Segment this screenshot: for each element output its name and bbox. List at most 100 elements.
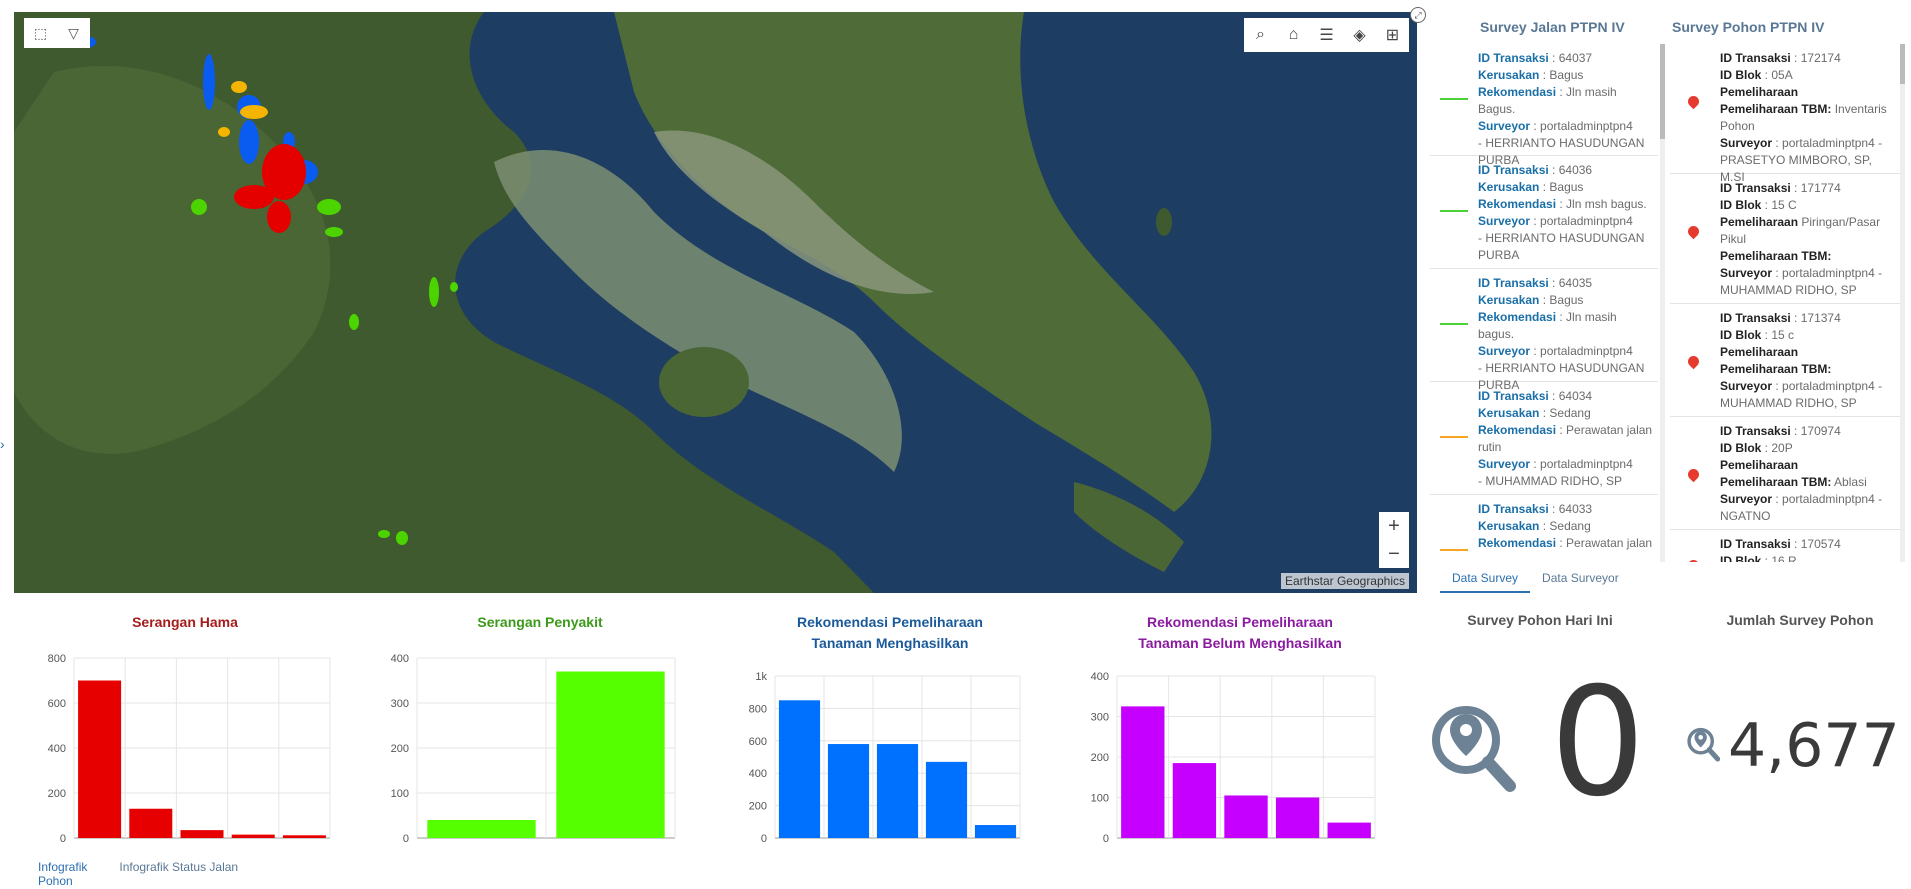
map-view[interactable]: ⬚ ▽ ⌕ ⌂ ☰ ◈ ⊞ + − Earthstar Geographics	[14, 12, 1417, 593]
tab-data-survey[interactable]: Data Survey	[1440, 571, 1531, 593]
survey-today-value: 0	[1550, 656, 1646, 830]
zoom-in-button[interactable]: +	[1379, 512, 1409, 540]
y-tick-label: 300	[1091, 712, 1109, 724]
tab-data-surveyor[interactable]: Data Surveyor	[1530, 571, 1631, 593]
field-line: Kerusakan : Sedang	[1478, 519, 1591, 533]
satellite-imagery	[14, 12, 1417, 593]
search-icon[interactable]: ⌕	[1244, 18, 1277, 52]
field-label: Surveyor	[1720, 379, 1773, 393]
field-label: Pemeliharaan	[1720, 85, 1799, 99]
road-status-swatch	[1440, 549, 1468, 551]
basemap-gallery-icon[interactable]: ⊞	[1376, 18, 1409, 52]
survey-jalan-title: Survey Jalan PTPN IV	[1480, 19, 1625, 35]
list-item[interactable]: ID Transaksi : 64034 Kerusakan : Sedang Re…	[1430, 382, 1658, 495]
tab-infografik-status-jalan[interactable]: Infografik Status Jalan	[99, 860, 250, 889]
bar[interactable]	[78, 680, 122, 839]
field-line: Rekomendasi : Jln masih bagus.	[1478, 310, 1617, 341]
chevron-down-icon[interactable]: ▽	[57, 18, 90, 48]
bar[interactable]	[827, 744, 870, 838]
fullscreen-icon[interactable]: ⤢	[1410, 7, 1426, 23]
field-label: Rekomendasi	[1478, 536, 1557, 550]
field-value: 171374	[1800, 311, 1841, 325]
field-value: Ablasi	[1834, 475, 1867, 489]
field-line: ID Blok : 15 C	[1720, 198, 1797, 212]
field-label: ID Blok	[1720, 198, 1762, 212]
bar[interactable]	[1224, 795, 1268, 838]
list-item[interactable]: ID Transaksi : 64037 Kerusakan : Bagus Rek…	[1430, 44, 1658, 167]
scrollbar-thumb-pohon[interactable]	[1900, 44, 1905, 84]
list-item[interactable]: ID Transaksi : 172174 ID Blok : 05A Pemeli…	[1670, 44, 1900, 184]
field-line: Rekomendasi : Perawatan jalan	[1478, 536, 1653, 550]
road-status-swatch	[1440, 323, 1468, 325]
chart-title-line: Tanaman Menghasilkan	[811, 635, 969, 651]
bar[interactable]	[556, 671, 665, 839]
road-status-swatch	[1440, 210, 1468, 212]
field-line: Pemeliharaan TBM:	[1720, 361, 1896, 378]
survey-pohon-list: ID Transaksi : 172174 ID Blok : 05A Pemeli…	[1670, 44, 1900, 562]
bar[interactable]	[1327, 822, 1371, 838]
layers-icon[interactable]: ◈	[1343, 18, 1376, 52]
infografik-tabs: Infografik Pohon Infografik Status Jalan	[26, 860, 238, 889]
bar[interactable]	[129, 808, 173, 838]
y-tick-label: 400	[48, 743, 66, 755]
chevron-right-icon[interactable]: ›	[0, 436, 5, 452]
field-line: ID Blok : 05A	[1720, 68, 1793, 82]
field-label: Kerusakan	[1478, 68, 1540, 82]
field-label: ID Blok	[1720, 554, 1762, 562]
y-tick-label: 200	[749, 801, 767, 813]
field-value: Bagus	[1549, 293, 1584, 307]
bar[interactable]	[778, 700, 821, 838]
list-item[interactable]: ID Transaksi : 170574 ID Blok : 16 R	[1670, 530, 1900, 562]
chart-title-line: Rekomendasi Pemeliharaan	[797, 614, 983, 630]
y-tick-label: 400	[391, 653, 409, 665]
field-label: Surveyor	[1720, 266, 1773, 280]
bar[interactable]	[231, 834, 275, 838]
field-value: Sedang	[1549, 406, 1591, 420]
list-item[interactable]: ID Transaksi : 171774 ID Blok : 15 C Pemel…	[1670, 174, 1900, 304]
bar[interactable]	[180, 830, 224, 838]
bar[interactable]	[1121, 706, 1165, 838]
list-item[interactable]: ID Transaksi : 64035 Kerusakan : Bagus Rek…	[1430, 269, 1658, 392]
y-tick-label: 600	[48, 698, 66, 710]
location-pin-icon	[1685, 353, 1702, 370]
field-line: Rekomendasi : Jln msh bagus.	[1478, 197, 1647, 211]
bar[interactable]	[427, 820, 536, 838]
field-label: Pemeliharaan	[1720, 458, 1799, 472]
field-label: ID Blok	[1720, 441, 1762, 455]
bar[interactable]	[876, 744, 919, 838]
scrollbar-thumb-jalan[interactable]	[1660, 44, 1665, 139]
field-line: Rekomendasi : Jln masih Bagus.	[1478, 85, 1617, 116]
select-icon[interactable]: ⬚	[24, 18, 57, 48]
survey-total-value: 4,677	[1728, 711, 1900, 781]
scrollbar-pohon[interactable]	[1900, 44, 1905, 562]
legend-icon[interactable]: ☰	[1310, 18, 1343, 52]
bar-chart: 0 100 200 300 400	[391, 653, 676, 845]
bar[interactable]	[925, 761, 968, 838]
tab-infografik-pohon[interactable]: Infografik Pohon	[26, 860, 99, 889]
y-tick-label: 300	[391, 698, 409, 710]
field-label: Rekomendasi	[1478, 423, 1557, 437]
field-line: ID Transaksi : 171374	[1720, 311, 1841, 325]
map-toolbar: ⌕ ⌂ ☰ ◈ ⊞	[1244, 18, 1409, 52]
list-item[interactable]: ID Transaksi : 170974 ID Blok : 20P Pemeli…	[1670, 417, 1900, 530]
bar[interactable]	[1275, 797, 1320, 839]
map-tool-group: ⬚ ▽	[24, 18, 90, 48]
map-search-icon	[1432, 706, 1516, 792]
y-tick-label: 0	[60, 833, 66, 845]
bar[interactable]	[282, 835, 326, 838]
field-label: Pemeliharaan TBM:	[1720, 362, 1832, 376]
list-item[interactable]: ID Transaksi : 171374 ID Blok : 15 c Pemel…	[1670, 304, 1900, 417]
field-label: ID Transaksi	[1478, 389, 1549, 403]
dashboard: › ⬚ ▽ ⌕ ⌂ ☰ ◈ ⊞ + − Earthstar Geographic…	[0, 0, 1911, 889]
bar[interactable]	[974, 825, 1017, 838]
zoom-out-button[interactable]: −	[1379, 540, 1409, 568]
y-tick-label: 0	[1103, 833, 1109, 845]
bar[interactable]	[1172, 763, 1217, 838]
field-line: ID Transaksi : 170574	[1720, 537, 1841, 551]
list-item[interactable]: ID Transaksi : 64036 Kerusakan : Bagus Rek…	[1430, 156, 1658, 269]
home-icon[interactable]: ⌂	[1277, 18, 1310, 52]
field-label: Rekomendasi	[1478, 85, 1557, 99]
list-item[interactable]: ID Transaksi : 64033 Kerusakan : Sedang Re…	[1430, 495, 1658, 562]
chart-title-line: Tanaman Belum Menghasilkan	[1138, 635, 1342, 651]
field-label: Pemeliharaan	[1720, 345, 1799, 359]
